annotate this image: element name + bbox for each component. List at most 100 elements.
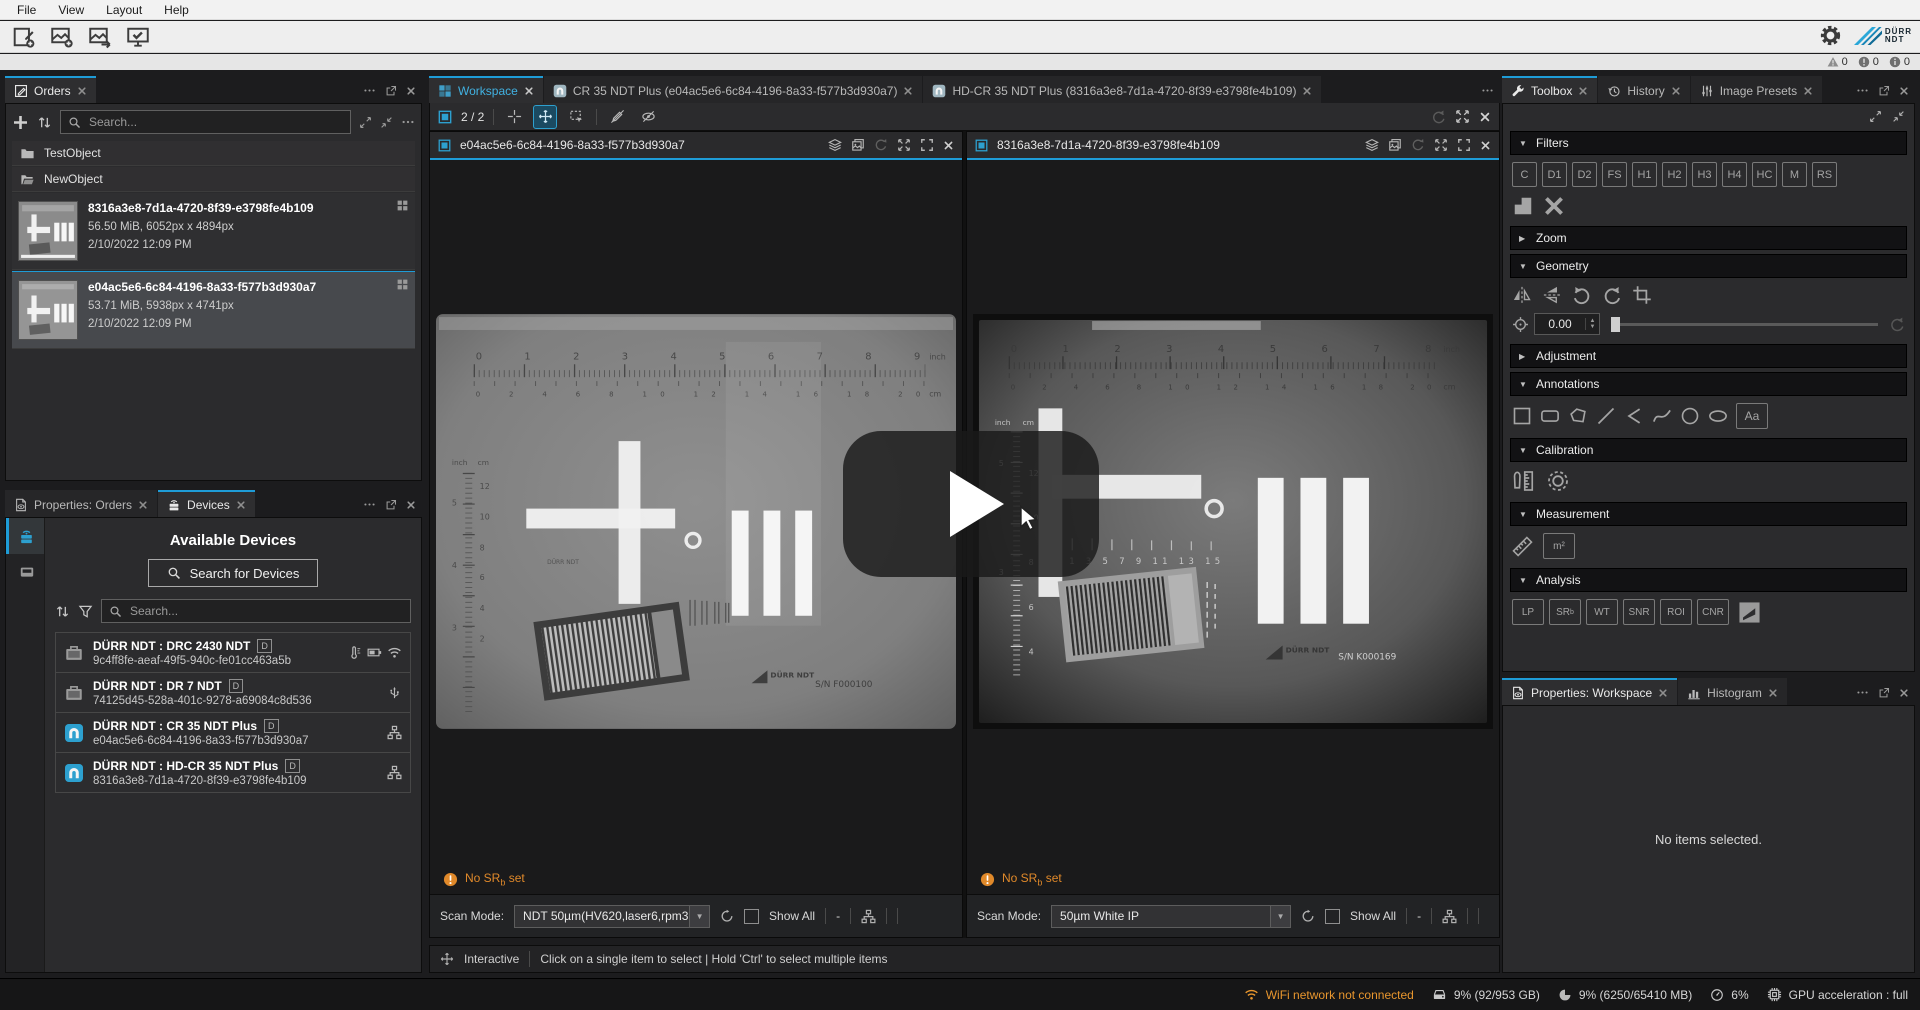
fit-view-icon[interactable] [897, 138, 911, 152]
section-analysis[interactable]: ▼Analysis [1510, 568, 1907, 592]
search-for-devices-button[interactable]: Search for Devices [148, 559, 319, 587]
add-image-icon[interactable] [50, 25, 74, 49]
filter-d1-button[interactable]: D1 [1542, 162, 1567, 187]
annotation-line-icon[interactable] [1596, 406, 1616, 426]
calibration-circle-icon[interactable] [1546, 469, 1570, 493]
flip-vertical-icon[interactable] [1542, 285, 1562, 305]
expand-all-icon[interactable] [1869, 110, 1882, 123]
free-rotation-icon[interactable] [1512, 316, 1529, 333]
analysis-roi-button[interactable]: ROI [1660, 599, 1692, 625]
settings-gear-icon[interactable] [1819, 24, 1842, 47]
info-counter[interactable]: 0 [1889, 56, 1910, 68]
close-icon[interactable] [236, 500, 246, 510]
rotate-ccw-icon[interactable] [1602, 285, 1622, 305]
menu-view[interactable]: View [47, 3, 95, 17]
tab-workspace[interactable]: Workspace [429, 76, 543, 103]
collapse-diagonal-icon[interactable] [380, 116, 393, 129]
refresh-icon[interactable] [720, 909, 734, 923]
import-export-image-icon[interactable] [88, 25, 112, 49]
popout-icon[interactable] [1878, 85, 1890, 97]
maximize-icon[interactable] [1455, 109, 1470, 124]
orders-search-input[interactable] [87, 114, 343, 130]
fullscreen-icon[interactable] [920, 138, 934, 152]
crop-icon[interactable] [1632, 285, 1652, 305]
device-row[interactable]: DÜRR NDT : DR 7 NDTD 74125d45-528a-401c-… [55, 672, 411, 713]
popout-icon[interactable] [385, 499, 397, 511]
section-adjustment[interactable]: ▶Adjustment [1510, 344, 1907, 368]
reset-rotation-icon[interactable] [1889, 316, 1905, 332]
filter-rs-button[interactable]: RS [1812, 162, 1837, 187]
close-panel-icon[interactable] [406, 500, 416, 510]
analysis-lp-button[interactable]: LP [1512, 599, 1544, 625]
section-filters[interactable]: ▼Filters [1510, 131, 1907, 155]
layers-icon[interactable] [828, 138, 842, 152]
filter-c-button[interactable]: C [1512, 162, 1537, 187]
close-icon[interactable] [77, 86, 87, 96]
tab-histogram[interactable]: Histogram [1678, 678, 1787, 705]
section-calibration[interactable]: ▼Calibration [1510, 438, 1907, 462]
measure-length-icon[interactable] [1512, 536, 1533, 557]
analysis-wt-button[interactable]: WT [1586, 599, 1618, 625]
menu-help[interactable]: Help [153, 3, 200, 17]
menu-file[interactable]: File [6, 3, 47, 17]
grid-view-icon[interactable] [396, 278, 409, 291]
close-icon[interactable] [1671, 86, 1681, 96]
new-order-icon[interactable] [12, 25, 36, 49]
crosshair-tool[interactable] [503, 106, 525, 128]
annotation-ellipse-icon[interactable] [1708, 406, 1728, 426]
filter-h2-button[interactable]: H2 [1662, 162, 1687, 187]
panel-menu-icon[interactable] [1856, 686, 1869, 699]
section-zoom[interactable]: ▶Zoom [1510, 226, 1907, 250]
tab-image-presets[interactable]: Image Presets [1691, 76, 1822, 103]
filter-icon[interactable] [78, 604, 93, 619]
slider-knob[interactable] [1611, 317, 1620, 332]
folder-newobject[interactable]: NewObject [12, 167, 415, 192]
filter-d2-button[interactable]: D2 [1572, 162, 1597, 187]
spin-down-icon[interactable]: ▼ [1590, 324, 1596, 330]
annotation-text-tool[interactable]: Aa [1736, 403, 1768, 429]
reset-view-icon[interactable] [1431, 109, 1446, 124]
close-icon[interactable] [1803, 86, 1813, 96]
annotation-curve-icon[interactable] [1652, 406, 1672, 426]
strip-scanners[interactable] [6, 518, 44, 554]
rotation-slider[interactable] [1611, 323, 1878, 326]
custom-filter-icon[interactable] [1512, 195, 1534, 217]
more-options-icon[interactable] [401, 115, 415, 129]
video-play-overlay[interactable] [843, 431, 1099, 577]
network-icon[interactable] [1442, 909, 1457, 924]
section-annotations[interactable]: ▼Annotations [1510, 372, 1907, 396]
viewer-checkbox-icon[interactable] [438, 139, 451, 152]
panel-menu-icon[interactable] [1856, 84, 1869, 97]
close-icon[interactable] [524, 86, 534, 96]
fullscreen-icon[interactable] [1457, 138, 1471, 152]
menu-layout[interactable]: Layout [95, 3, 153, 17]
filter-fs-button[interactable]: FS [1602, 162, 1627, 187]
panel-menu-icon[interactable] [363, 498, 376, 511]
close-icon[interactable] [1658, 688, 1668, 698]
device-row[interactable]: DÜRR NDT : DRC 2430 NDTD 9c4ff8fe-aeaf-4… [55, 632, 411, 673]
sort-icon[interactable] [37, 115, 52, 130]
close-panel-icon[interactable] [1899, 688, 1909, 698]
folder-testobject[interactable]: TestObject [12, 141, 415, 166]
analysis-srb-button[interactable]: SRb [1549, 599, 1581, 625]
gallery-icon[interactable] [851, 138, 865, 152]
filter-h3-button[interactable]: H3 [1692, 162, 1717, 187]
close-workspace-icon[interactable] [1479, 111, 1491, 123]
annotation-circle-icon[interactable] [1680, 406, 1700, 426]
annotation-angle-icon[interactable] [1624, 406, 1644, 426]
section-geometry[interactable]: ▼Geometry [1510, 254, 1907, 278]
refresh-icon[interactable] [1301, 909, 1315, 923]
order-item[interactable]: 8316a3e8-7d1a-4720-8f39-e3798fe4b109 56.… [12, 193, 415, 270]
order-item-selected[interactable]: e04ac5e6-6c84-4196-8a33-f577b3d930a7 53.… [12, 271, 415, 349]
calibration-length-icon[interactable] [1512, 469, 1536, 493]
orders-search[interactable] [60, 110, 351, 134]
rotate-icon[interactable] [874, 138, 888, 152]
panel-menu-icon[interactable] [363, 84, 376, 97]
show-all-checkbox[interactable] [744, 909, 759, 924]
pan-tool[interactable] [534, 106, 556, 128]
acceptance-test-icon[interactable] [126, 25, 150, 49]
annotation-rect-icon[interactable] [1540, 406, 1560, 426]
close-viewer-icon[interactable] [943, 140, 954, 151]
expand-diagonal-icon[interactable] [359, 116, 372, 129]
close-icon[interactable] [1578, 86, 1588, 96]
